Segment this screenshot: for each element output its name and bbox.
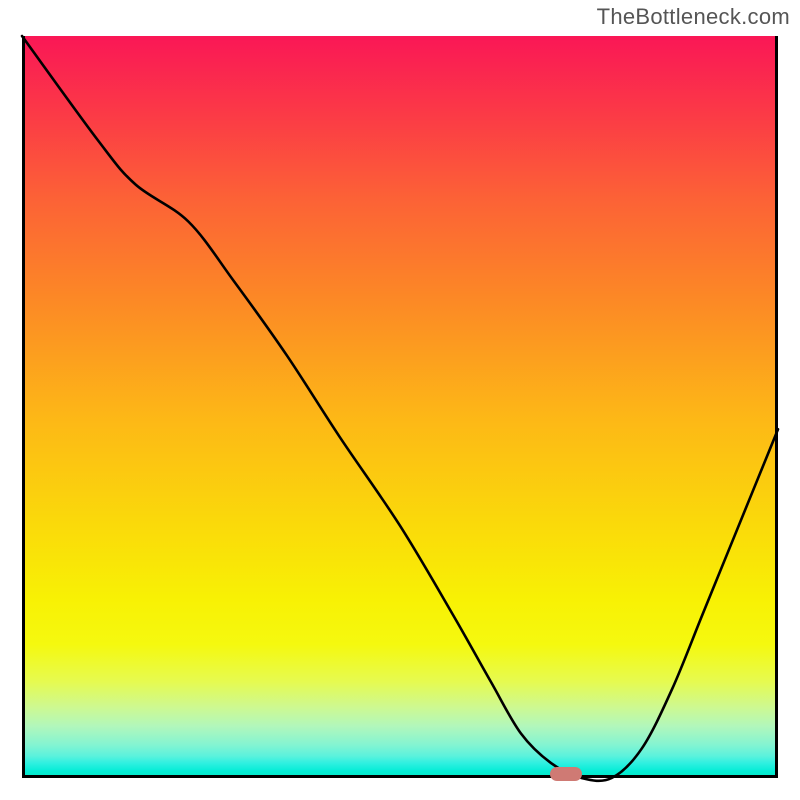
curve-svg	[22, 36, 778, 778]
chart-frame: TheBottleneck.com	[0, 0, 800, 800]
bottleneck-curve	[22, 36, 778, 781]
optimal-point-marker	[550, 767, 582, 781]
watermark-text: TheBottleneck.com	[597, 4, 790, 30]
plot-area	[22, 36, 778, 778]
